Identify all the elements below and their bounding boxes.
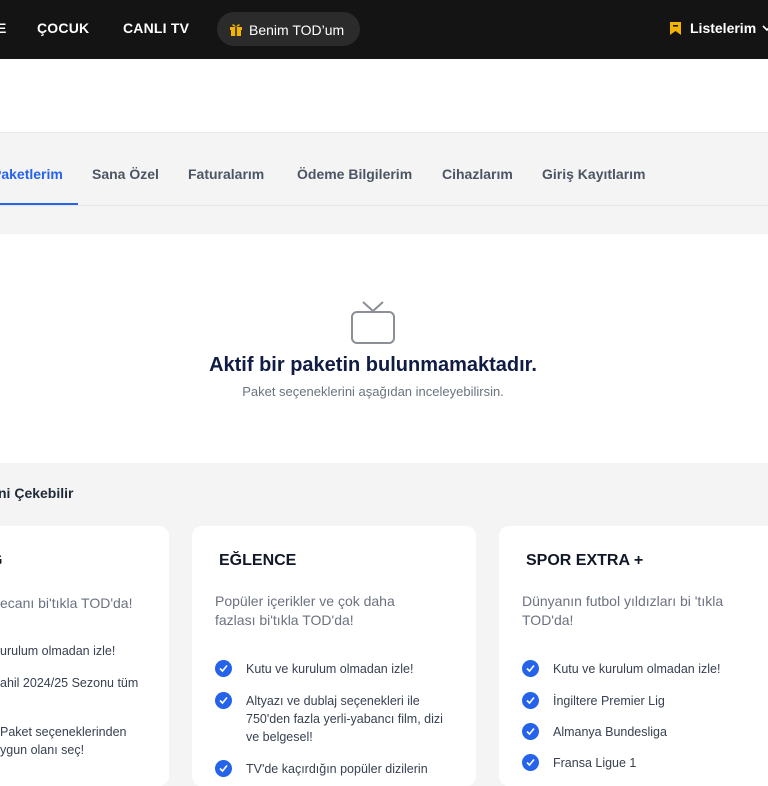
benim-todum-button[interactable]: Benim TOD’um [217,12,360,46]
tab-paketlerim[interactable]: Paketlerim [0,166,63,182]
empty-state-panel: Aktif bir paketin bulunmamaktadır. Paket… [0,234,768,463]
feature-text: Almanya Bundesliga [553,725,667,739]
check-icon [215,760,232,777]
check-icon [522,723,539,740]
feature-text: Fransa Ligue 1 [553,756,637,770]
package-card-spor-extra[interactable]: SPOR EXTRA + Dünyanın futbol yıldızları … [499,526,768,786]
tab-cihazlarim[interactable]: Cihazlarım [442,166,513,182]
nav-item-cocuk[interactable]: ÇOCUK [37,20,89,36]
nav-item-canli-tv[interactable]: CANLI TV [123,20,189,36]
tab-faturalarim[interactable]: Faturalarım [188,166,264,182]
check-icon [522,660,539,677]
packages-section-title: ni Çekebilir [0,485,74,501]
gift-icon [230,24,242,36]
feature-text: Altyazı ve dublaj seçenekleri ile 750'de… [246,694,443,744]
check-icon [522,754,539,771]
feature-text: TV'de kaçırdığın popüler dizilerin [246,762,428,776]
feature-text: ahil 2024/25 Sezonu tüm [0,676,139,690]
package-card-eglence[interactable]: EĞLENCE Popüler içerikler ve çok daha fa… [192,526,476,786]
tab-sana-ozel[interactable]: Sana Özel [92,166,159,182]
account-tabs: Paketlerim Sana Özel Faturalarım Ödeme B… [0,133,768,206]
bookmark-icon [670,22,681,35]
package-card-description: Popüler içerikler ve çok daha fazlası bi… [215,593,395,628]
check-icon [522,692,539,709]
feature-text: ygun olanı seç! [0,743,85,757]
tab-odeme-bilgilerim[interactable]: Ödeme Bilgilerim [297,166,412,182]
feature-text: urulum olmadan izle! [0,644,116,658]
package-card-title: G [0,552,2,570]
feature-text: İngiltere Premier Lig [553,694,665,708]
chevron-down-icon [762,25,768,32]
package-card-description: Dünyanın futbol yıldızları bi 'tıkla TOD… [522,593,724,628]
top-navigation: E ÇOCUK CANLI TV Benim TOD’um Listelerim [0,0,768,59]
package-card-title: SPOR EXTRA + [526,552,644,569]
tab-giris-kayitlarim[interactable]: Giriş Kayıtlarım [542,166,646,182]
feature-text: Kutu ve kurulum olmadan izle! [246,662,414,676]
tv-icon [351,301,395,344]
feature-text: Paket seçeneklerinden [0,725,127,739]
listelerim-label: Listelerim [690,20,757,36]
empty-state-subtitle: Paket seçeneklerini aşağıdan inceleyebil… [242,384,504,399]
feature-text: Kutu ve kurulum olmadan izle! [553,662,721,676]
check-icon [215,660,232,677]
active-tab-indicator [0,203,78,205]
package-card-title: EĞLENCE [219,552,297,569]
check-icon [215,692,232,709]
package-card-description: ecanı bi'tıkla TOD'da! [0,595,133,611]
package-card-partial[interactable]: G ecanı bi'tıkla TOD'da! urulum olmadan … [0,526,169,786]
empty-state-title: Aktif bir paketin bulunmamaktadır. [209,354,537,376]
benim-todum-label: Benim TOD’um [249,22,345,38]
page-header-band [0,59,768,133]
nav-item-partial[interactable]: E [0,20,6,36]
